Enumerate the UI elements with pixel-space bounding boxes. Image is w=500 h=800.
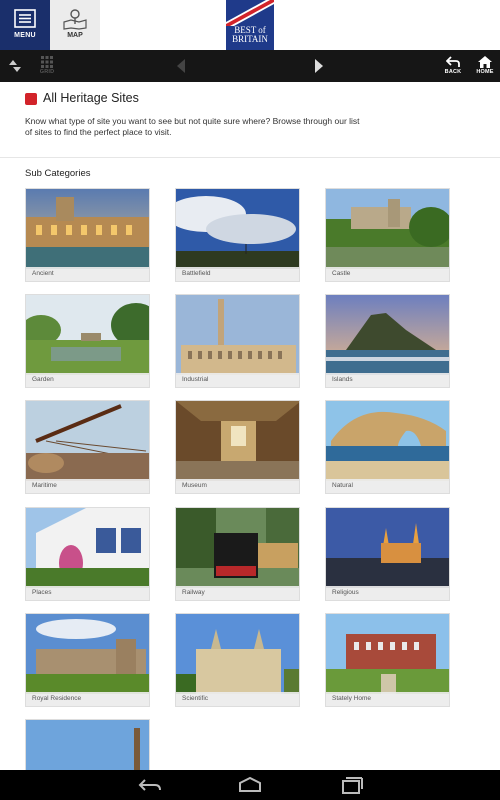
natural-thumbnail — [326, 401, 449, 481]
back-icon — [446, 56, 460, 67]
category-label: Maritime — [26, 479, 149, 493]
category-label: Religious — [326, 586, 449, 600]
back-label: BACK — [444, 69, 462, 75]
sort-button[interactable] — [4, 50, 26, 82]
divider — [0, 157, 500, 158]
castle-thumbnail — [326, 189, 449, 269]
category-label: Battlefield — [176, 267, 299, 281]
top-header: MENU MAP BEST of BRITAIN — [0, 0, 500, 50]
android-recents-icon[interactable] — [338, 775, 364, 795]
menu-button[interactable]: MENU — [0, 0, 50, 50]
category-tile-castle[interactable]: Castle — [325, 188, 450, 282]
next-button[interactable] — [308, 50, 330, 82]
logo-text: BEST of BRITAIN — [228, 26, 272, 44]
grid-button[interactable]: GRID — [36, 50, 58, 82]
map-button[interactable]: MAP — [50, 0, 100, 50]
home-button[interactable]: HOME — [474, 50, 496, 82]
category-label: Garden — [26, 373, 149, 387]
logo-text-line-2: BRITAIN — [232, 34, 268, 44]
android-home-icon[interactable] — [237, 775, 263, 795]
battlefield-thumbnail — [176, 189, 299, 269]
industrial-thumbnail — [176, 295, 299, 375]
category-tile-maritime[interactable]: Maritime — [25, 400, 150, 494]
back-button[interactable]: BACK — [442, 50, 464, 82]
toolbar: GRID BACK HOME — [0, 50, 500, 82]
category-tile-stately-home[interactable]: Stately Home — [325, 613, 450, 707]
category-label: Islands — [326, 373, 449, 387]
category-tile-railway[interactable]: Railway — [175, 507, 300, 601]
religious-thumbnail — [326, 508, 449, 588]
category-tile-royal-residence[interactable]: Royal Residence — [25, 613, 150, 707]
category-tile-islands[interactable]: Islands — [325, 294, 450, 388]
menu-icon — [14, 9, 36, 28]
places-thumbnail — [26, 508, 149, 588]
category-label: Ancient — [26, 267, 149, 281]
category-label: Royal Residence — [26, 692, 149, 706]
grid-icon — [41, 56, 53, 68]
scientific-thumbnail — [176, 614, 299, 694]
royal-residence-thumbnail — [26, 614, 149, 694]
category-label: Places — [26, 586, 149, 600]
maritime-thumbnail — [26, 401, 149, 481]
category-tile-religious[interactable]: Religious — [325, 507, 450, 601]
category-label: Scientific — [176, 692, 299, 706]
android-back-icon[interactable] — [137, 775, 163, 795]
category-label: Railway — [176, 586, 299, 600]
category-label: Stately Home — [326, 692, 449, 706]
category-tile-places[interactable]: Places — [25, 507, 150, 601]
home-label: HOME — [476, 69, 494, 75]
page-description: Know what type of site you want to see b… — [25, 116, 360, 137]
category-tile-battlefield[interactable]: Battlefield — [175, 188, 300, 282]
museum-thumbnail — [176, 401, 299, 481]
category-tile-ancient[interactable]: Ancient — [25, 188, 150, 282]
category-tile-scientific[interactable]: Scientific — [175, 613, 300, 707]
category-tile-museum[interactable]: Museum — [175, 400, 300, 494]
map-icon — [63, 9, 87, 30]
arrow-right-icon — [315, 59, 323, 73]
sort-arrows-icon — [9, 60, 21, 72]
page-title-text: All Heritage Sites — [43, 91, 139, 105]
red-square-icon — [25, 93, 37, 105]
map-label: MAP — [67, 32, 83, 39]
ancient-thumbnail — [26, 189, 149, 269]
category-label: Natural — [326, 479, 449, 493]
best-of-britain-logo: BEST of BRITAIN — [226, 0, 274, 50]
category-label: Industrial — [176, 373, 299, 387]
category-label: Castle — [326, 267, 449, 281]
garden-thumbnail — [26, 295, 149, 375]
menu-label: MENU — [14, 32, 36, 39]
category-label: Museum — [176, 479, 299, 493]
arrow-left-icon — [177, 59, 185, 73]
category-tile-natural[interactable]: Natural — [325, 400, 450, 494]
railway-thumbnail — [176, 508, 299, 588]
category-tile-industrial[interactable]: Industrial — [175, 294, 300, 388]
app-root: MENU MAP BEST of BRITAIN GRID BACK HOME … — [0, 0, 500, 800]
system-navigation-bar — [0, 770, 500, 800]
grid-label: GRID — [39, 69, 55, 75]
islands-thumbnail — [326, 295, 449, 375]
category-tile-garden[interactable]: Garden — [25, 294, 150, 388]
previous-button[interactable] — [170, 50, 192, 82]
home-icon — [478, 56, 492, 68]
subcategories-heading: Sub Categories — [25, 168, 91, 179]
union-flag-graphic — [226, 0, 274, 26]
stately-home-thumbnail — [326, 614, 449, 694]
